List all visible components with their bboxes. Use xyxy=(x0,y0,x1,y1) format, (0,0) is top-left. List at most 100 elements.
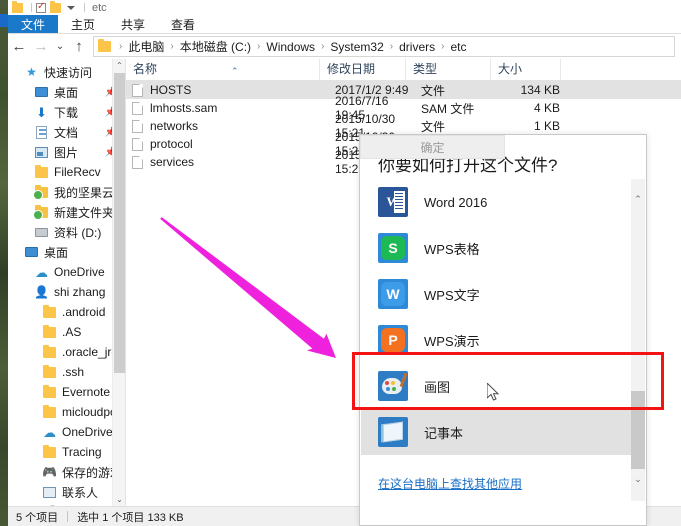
customize-dropdown-icon[interactable] xyxy=(67,6,75,10)
ribbon-tabs: 文件 主页 共享 查看 xyxy=(8,15,681,34)
scroll-up-icon[interactable]: ⌃ xyxy=(631,191,645,207)
sidebar-item-9[interactable]: 桌面 xyxy=(8,242,125,262)
column-header-name[interactable]: 名称 xyxy=(126,59,320,80)
sidebar-item-0[interactable]: ★快速访问 xyxy=(8,62,125,82)
navigation-pane: ★快速访问桌面📌⬇下载📌文档📌图片📌 FileRecv 我的坚果云新建文件夹资料 (… xyxy=(8,59,125,506)
sidebar-item-6[interactable]: 我的坚果云 xyxy=(8,182,125,202)
sidebar-item-label: shi zhang xyxy=(54,285,105,299)
file-type: 文件 xyxy=(421,118,506,135)
up-button[interactable]: ↑ xyxy=(68,34,90,59)
sidebar-item-label: micloudpc xyxy=(62,405,116,419)
sidebar-item-17[interactable]: micloudpc xyxy=(8,402,125,422)
sidebar-item-14[interactable]: .oracle_jre_us xyxy=(8,342,125,362)
breadcrumb-item-c-drive[interactable]: 本地磁盘 (C:) xyxy=(178,38,253,55)
sidebar-item-19[interactable]: Tracing xyxy=(8,442,125,462)
column-header-size[interactable]: 大小 xyxy=(491,59,561,80)
recent-locations-button[interactable]: ⌄ xyxy=(52,41,68,52)
dialog-scrollbar[interactable]: ⌃ ⌄ xyxy=(631,179,645,501)
navigation-scrollbar[interactable]: ⌃ ⌄ xyxy=(112,59,125,506)
tab-view[interactable]: 查看 xyxy=(158,15,208,33)
sidebar-item-label: 快速访问 xyxy=(44,64,92,81)
sidebar-item-label: 桌面 xyxy=(44,244,68,261)
file-icon xyxy=(132,84,143,97)
sidebar-item-4[interactable]: 图片📌 xyxy=(8,142,125,162)
back-button[interactable]: ← xyxy=(8,34,30,59)
monitor-icon xyxy=(34,85,49,99)
notepad-icon xyxy=(378,417,408,447)
breadcrumb-separator: › xyxy=(437,41,448,52)
sidebar-item-12[interactable]: .android xyxy=(8,302,125,322)
sidebar-item-label: OneDrive xyxy=(62,425,113,439)
sidebar-item-13[interactable]: .AS xyxy=(8,322,125,342)
app-list-item-2[interactable]: WWPS文字 xyxy=(361,271,634,317)
sidebar-item-label: 桌面 xyxy=(54,84,78,101)
breadcrumb-item-etc[interactable]: etc xyxy=(448,40,468,54)
sidebar-item-label: 我的坚果云 xyxy=(54,184,114,201)
tab-home[interactable]: 主页 xyxy=(58,15,108,33)
sidebar-item-label: FileRecv xyxy=(54,165,101,179)
scroll-up-icon[interactable]: ⌃ xyxy=(113,59,125,72)
forward-button[interactable]: → xyxy=(30,34,52,59)
file-size: 1 KB xyxy=(506,119,568,133)
sidebar-item-1[interactable]: 桌面📌 xyxy=(8,82,125,102)
file-type: 文件 xyxy=(421,82,506,99)
sidebar-item-7[interactable]: 新建文件夹 xyxy=(8,202,125,222)
sidebar-item-18[interactable]: ☁ OneDrive xyxy=(8,422,125,442)
folder-icon xyxy=(42,325,57,339)
breadcrumb[interactable]: › 此电脑 › 本地磁盘 (C:) › Windows › System32 ›… xyxy=(93,36,675,57)
app-list-item-6[interactable]: A写字板 xyxy=(361,455,634,457)
file-name: HOSTS xyxy=(150,83,335,97)
document-icon xyxy=(34,125,49,139)
new-folder-icon[interactable] xyxy=(50,3,61,13)
sidebar-item-2[interactable]: ⬇下载📌 xyxy=(8,102,125,122)
sidebar-item-label: 资料 (D:) xyxy=(54,224,101,241)
address-bar: ← → ⌄ ↑ › 此电脑 › 本地磁盘 (C:) › Windows › Sy… xyxy=(8,34,681,59)
download-icon: ⬇ xyxy=(34,105,49,119)
column-headers: 名称 ⌃ 修改日期 类型 大小 xyxy=(126,59,681,81)
contacts-icon xyxy=(42,485,57,499)
breadcrumb-item-drivers[interactable]: drivers xyxy=(397,40,437,54)
ok-button[interactable]: 确定 xyxy=(360,135,505,159)
breadcrumb-item-windows[interactable]: Windows xyxy=(264,40,317,54)
find-other-apps-link[interactable]: 在这台电脑上查找其他应用 xyxy=(378,475,522,492)
sidebar-item-11[interactable]: 👤 shi zhang xyxy=(8,282,125,302)
breadcrumb-item-system32[interactable]: System32 xyxy=(328,40,385,54)
sidebar-item-20[interactable]: 🎮保存的游戏 xyxy=(8,462,125,482)
sidebar-item-10[interactable]: ☁OneDrive xyxy=(8,262,125,282)
monitor-icon xyxy=(24,245,39,259)
saved-games-icon: 🎮 xyxy=(42,465,57,479)
sidebar-item-15[interactable]: .ssh xyxy=(8,362,125,382)
scroll-down-icon[interactable]: ⌄ xyxy=(113,493,125,506)
sidebar-item-3[interactable]: 文档📌 xyxy=(8,122,125,142)
sidebar-item-label: OneDrive xyxy=(54,265,105,279)
folder-icon xyxy=(98,41,111,52)
user-icon: 👤 xyxy=(34,285,49,299)
scrollbar-thumb[interactable] xyxy=(114,73,125,373)
folder-icon[interactable] xyxy=(12,3,23,13)
folder-sync-icon xyxy=(34,205,49,219)
folder-icon xyxy=(42,445,57,459)
sidebar-item-label: 文档 xyxy=(54,124,78,141)
properties-icon[interactable] xyxy=(36,3,46,13)
app-list-item-1[interactable]: SWPS表格 xyxy=(361,225,634,271)
column-header-type[interactable]: 类型 xyxy=(406,59,491,80)
app-list-item-0[interactable]: WWord 2016 xyxy=(361,179,634,225)
sidebar-item-label: 联系人 xyxy=(62,484,98,501)
tab-share[interactable]: 共享 xyxy=(108,15,158,33)
sidebar-item-label: 图片 xyxy=(54,144,78,161)
tab-file[interactable]: 文件 xyxy=(8,15,58,33)
app-list-item-5[interactable]: 记事本 xyxy=(361,409,634,455)
sidebar-item-5[interactable]: FileRecv xyxy=(8,162,125,182)
sidebar-item-label: Evernote xyxy=(62,385,110,399)
column-header-date[interactable]: 修改日期 xyxy=(320,59,406,80)
folder-icon xyxy=(42,365,57,379)
sidebar-item-8[interactable]: 资料 (D:) xyxy=(8,222,125,242)
breadcrumb-item-this-pc[interactable]: 此电脑 xyxy=(126,38,166,55)
cloud-icon: ☁ xyxy=(42,425,57,439)
sidebar-item-16[interactable]: Evernote xyxy=(8,382,125,402)
breadcrumb-separator: › xyxy=(386,41,397,52)
divider xyxy=(31,3,32,12)
sidebar-item-21[interactable]: 联系人 xyxy=(8,482,125,502)
divider xyxy=(84,3,85,12)
scroll-down-icon[interactable]: ⌄ xyxy=(631,471,645,487)
